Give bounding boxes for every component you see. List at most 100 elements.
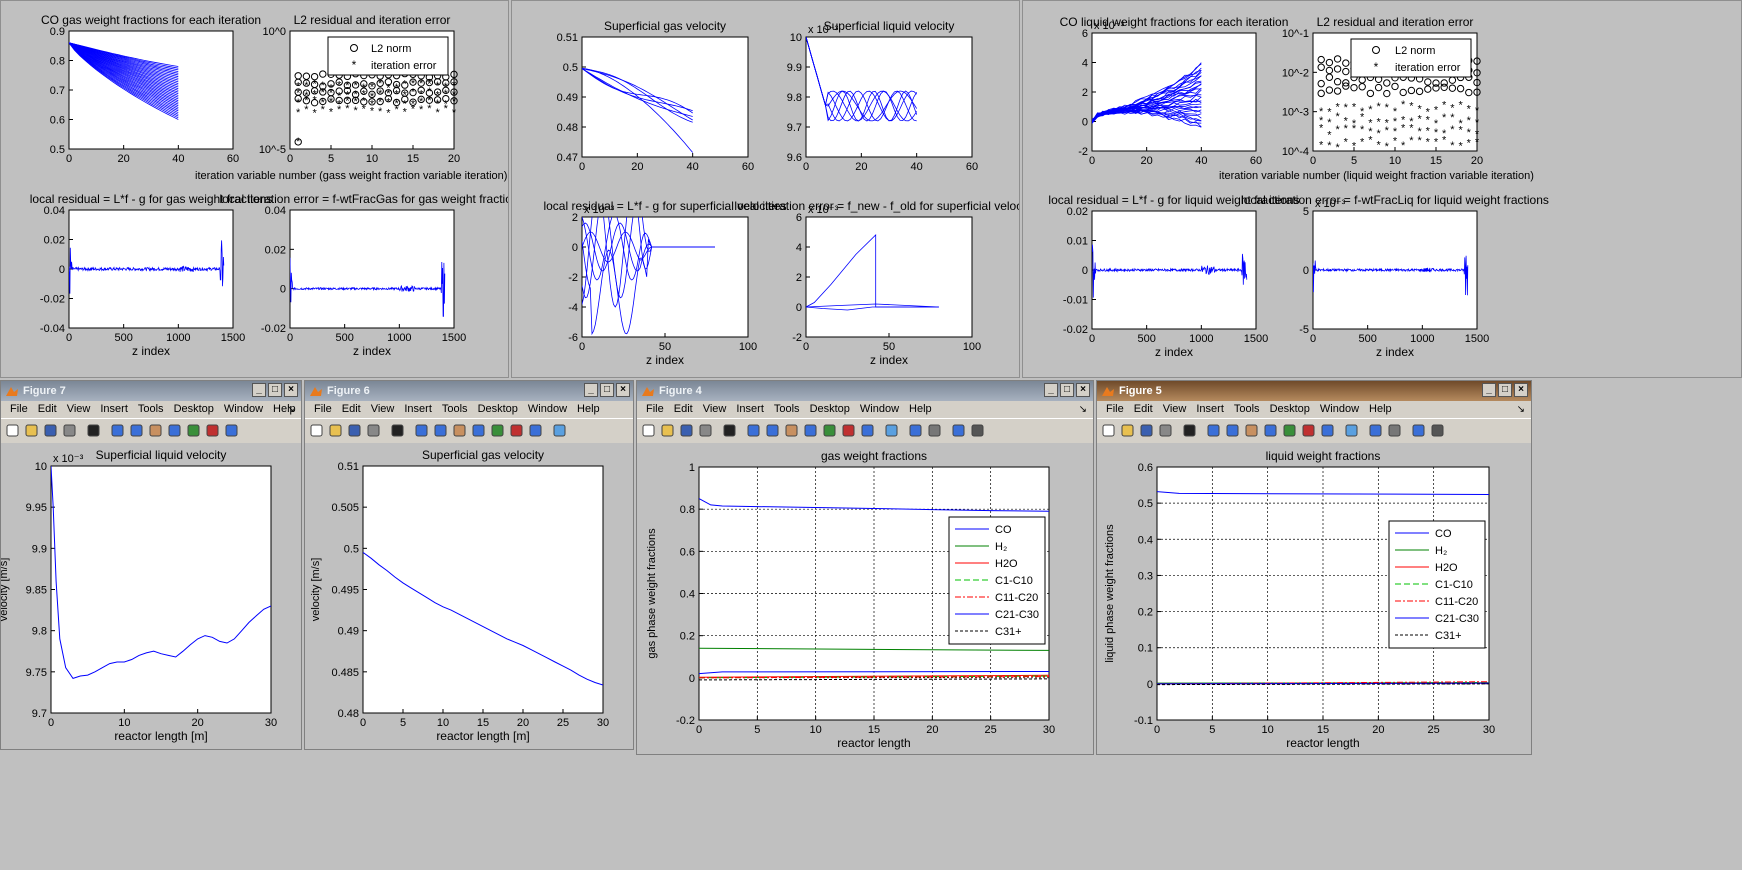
close-button[interactable]: × — [1076, 383, 1090, 397]
hide-tools-icon[interactable] — [1387, 423, 1402, 438]
menu-help[interactable]: Help — [572, 401, 605, 418]
rotate-icon[interactable] — [1263, 423, 1278, 438]
link-icon[interactable] — [224, 423, 239, 438]
pan-icon[interactable] — [452, 423, 467, 438]
hide-tools-icon[interactable] — [927, 423, 942, 438]
figure-5-window[interactable]: Figure 5 _ □ × File Edit View Insert Tools… — [1096, 380, 1532, 755]
menu-edit[interactable]: Edit — [1129, 401, 1158, 418]
menu-window[interactable]: Window — [855, 401, 904, 418]
minimize-button[interactable]: _ — [1044, 383, 1058, 397]
print-icon[interactable] — [698, 423, 713, 438]
zoom-out-icon[interactable] — [765, 423, 780, 438]
menu-edit[interactable]: Edit — [337, 401, 366, 418]
brush-icon[interactable] — [509, 423, 524, 438]
menu-close-icon[interactable]: ↘ — [1079, 401, 1087, 418]
menu-window[interactable]: Window — [219, 401, 268, 418]
brush-icon[interactable] — [841, 423, 856, 438]
dock-icon[interactable] — [951, 423, 966, 438]
legend-icon[interactable] — [1368, 423, 1383, 438]
save-icon[interactable] — [347, 423, 362, 438]
colorbar-icon[interactable] — [884, 423, 899, 438]
maximize-button[interactable]: □ — [268, 383, 282, 397]
zoom-in-icon[interactable] — [110, 423, 125, 438]
figure-7-window[interactable]: Figure 7 _ □ × File Edit View Insert Tools… — [0, 380, 302, 750]
pan-icon[interactable] — [148, 423, 163, 438]
new-figure-icon[interactable] — [5, 423, 20, 438]
figure-6-window[interactable]: Figure 6 _ □ × File Edit View Insert Tools… — [304, 380, 634, 750]
open-file-icon[interactable] — [328, 423, 343, 438]
menu-edit[interactable]: Edit — [669, 401, 698, 418]
menu-close-icon[interactable]: ↘ — [1517, 401, 1525, 418]
minimize-button[interactable]: _ — [252, 383, 266, 397]
figure-7-titlebar[interactable]: Figure 7 _ □ × — [1, 381, 301, 401]
maximize-button[interactable]: □ — [1498, 383, 1512, 397]
menu-help[interactable]: Help — [268, 401, 301, 418]
menu-file[interactable]: File — [5, 401, 33, 418]
legend-icon[interactable] — [908, 423, 923, 438]
new-figure-icon[interactable] — [641, 423, 656, 438]
link-icon[interactable] — [860, 423, 875, 438]
link-icon[interactable] — [1320, 423, 1335, 438]
dock-icon[interactable] — [1411, 423, 1426, 438]
menu-insert[interactable]: Insert — [399, 401, 437, 418]
colorbar-icon[interactable] — [1344, 423, 1359, 438]
pan-icon[interactable] — [1244, 423, 1259, 438]
close-button[interactable]: × — [1514, 383, 1528, 397]
rotate-icon[interactable] — [167, 423, 182, 438]
new-figure-icon[interactable] — [309, 423, 324, 438]
menu-view[interactable]: View — [62, 401, 96, 418]
pointer-icon[interactable] — [86, 423, 101, 438]
zoom-in-icon[interactable] — [414, 423, 429, 438]
zoom-out-icon[interactable] — [129, 423, 144, 438]
menu-insert[interactable]: Insert — [95, 401, 133, 418]
menu-view[interactable]: View — [366, 401, 400, 418]
minimize-button[interactable]: _ — [584, 383, 598, 397]
menu-desktop[interactable]: Desktop — [473, 401, 523, 418]
maximize-button[interactable]: □ — [1060, 383, 1074, 397]
rotate-icon[interactable] — [803, 423, 818, 438]
link-icon[interactable] — [528, 423, 543, 438]
menu-tools[interactable]: Tools — [1229, 401, 1265, 418]
new-figure-icon[interactable] — [1101, 423, 1116, 438]
menu-file[interactable]: File — [309, 401, 337, 418]
menu-tools[interactable]: Tools — [133, 401, 169, 418]
pointer-icon[interactable] — [722, 423, 737, 438]
menu-view[interactable]: View — [698, 401, 732, 418]
minimize-button[interactable]: _ — [1482, 383, 1496, 397]
rotate-icon[interactable] — [471, 423, 486, 438]
data-cursor-icon[interactable] — [1282, 423, 1297, 438]
figure-6-titlebar[interactable]: Figure 6 _ □ × — [305, 381, 633, 401]
menu-file[interactable]: File — [1101, 401, 1129, 418]
menu-file[interactable]: File — [641, 401, 669, 418]
figure-4-window[interactable]: Figure 4 _ □ × File Edit View Insert Tools… — [636, 380, 1094, 755]
menu-desktop[interactable]: Desktop — [169, 401, 219, 418]
zoom-in-icon[interactable] — [1206, 423, 1221, 438]
more-icon[interactable] — [970, 423, 985, 438]
brush-icon[interactable] — [1301, 423, 1316, 438]
print-icon[interactable] — [1158, 423, 1173, 438]
brush-icon[interactable] — [205, 423, 220, 438]
print-icon[interactable] — [62, 423, 77, 438]
data-cursor-icon[interactable] — [490, 423, 505, 438]
save-icon[interactable] — [679, 423, 694, 438]
data-cursor-icon[interactable] — [822, 423, 837, 438]
menu-edit[interactable]: Edit — [33, 401, 62, 418]
menu-help[interactable]: Help — [1364, 401, 1397, 418]
menu-help[interactable]: Help — [904, 401, 937, 418]
close-button[interactable]: × — [284, 383, 298, 397]
pointer-icon[interactable] — [390, 423, 405, 438]
more-icon[interactable] — [1430, 423, 1445, 438]
close-button[interactable]: × — [616, 383, 630, 397]
save-icon[interactable] — [43, 423, 58, 438]
pan-icon[interactable] — [784, 423, 799, 438]
zoom-out-icon[interactable] — [433, 423, 448, 438]
menu-insert[interactable]: Insert — [731, 401, 769, 418]
menu-insert[interactable]: Insert — [1191, 401, 1229, 418]
menu-view[interactable]: View — [1158, 401, 1192, 418]
menu-tools[interactable]: Tools — [437, 401, 473, 418]
open-file-icon[interactable] — [24, 423, 39, 438]
pointer-icon[interactable] — [1182, 423, 1197, 438]
save-icon[interactable] — [1139, 423, 1154, 438]
data-cursor-icon[interactable] — [186, 423, 201, 438]
menu-tools[interactable]: Tools — [769, 401, 805, 418]
